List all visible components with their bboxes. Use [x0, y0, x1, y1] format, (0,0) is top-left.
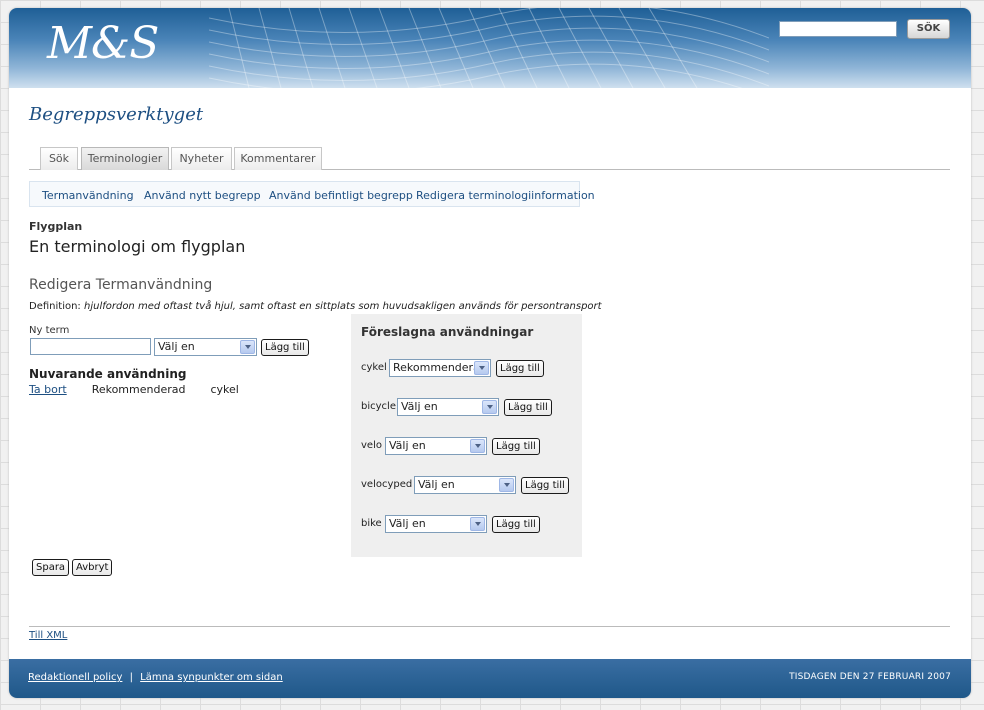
suggestion-row: velo Välj en Lägg till	[351, 437, 582, 457]
footer-links: Redaktionell policy | Lämna synpunkter o…	[28, 672, 283, 683]
suggested-usages-title: Föreslagna användningar	[361, 325, 534, 339]
main-tabs: Sök Terminologier Nyheter Kommentarer	[29, 147, 950, 170]
remove-link[interactable]: Ta bort	[29, 383, 67, 396]
suggestion-add-button[interactable]: Lägg till	[492, 438, 540, 455]
suggestion-row: velocyped Välj en Lägg till	[351, 476, 582, 496]
chevron-down-icon[interactable]	[474, 361, 489, 375]
divider	[29, 626, 950, 627]
definition-text: hjulfordon med oftast två hjul, samt oft…	[83, 301, 602, 312]
search-button[interactable]: SÖK	[907, 19, 950, 39]
select-value: Välj en	[158, 340, 195, 353]
suggestion-usage-select[interactable]: Välj en	[385, 437, 487, 455]
chevron-down-icon[interactable]	[499, 478, 514, 492]
suggestion-word: bicycle	[361, 401, 396, 412]
select-value: Rekommenderad	[393, 361, 487, 374]
terminology-description: En terminologi om flygplan	[29, 237, 246, 256]
editorial-policy-link[interactable]: Redaktionell policy	[28, 672, 122, 683]
suggestion-row: bicycle Välj en Lägg till	[351, 398, 582, 418]
footer-separator: |	[129, 672, 133, 683]
tab-sok[interactable]: Sök	[40, 147, 78, 170]
subtab-anvand-befintligt-begrepp[interactable]: Använd befintligt begrepp	[269, 189, 413, 202]
suggestion-row: bike Välj en Lägg till	[351, 515, 582, 535]
terminology-name: Flygplan	[29, 220, 83, 233]
wave-mesh-decoration	[209, 8, 769, 88]
search-input[interactable]	[779, 21, 897, 37]
suggestion-add-button[interactable]: Lägg till	[492, 516, 540, 533]
new-term-usage-select[interactable]: Välj en	[154, 338, 257, 356]
suggestion-word: velocyped	[361, 479, 413, 490]
suggestion-usage-select[interactable]: Välj en	[414, 476, 516, 494]
select-value: Välj en	[418, 478, 455, 491]
site-footer: Redaktionell policy | Lämna synpunkter o…	[9, 659, 971, 698]
definition-label: Definition:	[29, 301, 81, 312]
subtab-redigera-terminologiinformation[interactable]: Redigera terminologiinformation	[416, 189, 595, 202]
suggestion-add-button[interactable]: Lägg till	[521, 477, 569, 494]
tab-terminologier[interactable]: Terminologier	[81, 147, 169, 170]
subtab-anvand-nytt-begrepp[interactable]: Använd nytt begrepp	[144, 189, 261, 202]
current-usage-term: cykel	[210, 383, 239, 396]
feedback-link[interactable]: Lämna synpunkter om sidan	[140, 672, 283, 683]
cancel-button[interactable]: Avbryt	[72, 559, 113, 576]
section-title: Redigera Termanvändning	[29, 277, 213, 293]
suggestion-word: bike	[361, 518, 382, 529]
current-usage-title: Nuvarande användning	[29, 367, 187, 381]
select-value: Välj en	[389, 517, 426, 530]
footer-date: TISDAGEN DEN 27 FEBRUARI 2007	[789, 672, 951, 682]
chevron-down-icon[interactable]	[240, 340, 255, 354]
current-usage-status: Rekommenderad	[91, 383, 186, 396]
select-value: Välj en	[401, 400, 438, 413]
new-term-input[interactable]	[30, 338, 151, 355]
suggestion-word: cykel	[361, 362, 387, 373]
current-usage-row: Ta bort Rekommenderad cykel	[29, 383, 239, 396]
to-xml-link[interactable]: Till XML	[29, 630, 67, 641]
page-frame: M&S SÖK Begreppsverktyget Sök Terminolog…	[9, 8, 971, 698]
select-value: Välj en	[389, 439, 426, 452]
add-new-term-button[interactable]: Lägg till	[261, 339, 309, 356]
suggestion-usage-select[interactable]: Välj en	[397, 398, 499, 416]
definition: Definition: hjulfordon med oftast två hj…	[29, 301, 602, 312]
suggestion-add-button[interactable]: Lägg till	[496, 360, 544, 377]
chevron-down-icon[interactable]	[470, 517, 485, 531]
ms-logo[interactable]: M&S	[47, 22, 159, 66]
suggestion-word: velo	[361, 440, 382, 451]
subtab-termanvandning[interactable]: Termanvändning	[42, 189, 134, 202]
suggestion-row: cykel Rekommenderad Lägg till	[351, 359, 582, 379]
tab-nyheter[interactable]: Nyheter	[171, 147, 232, 170]
save-button[interactable]: Spara	[32, 559, 70, 576]
tab-kommentarer[interactable]: Kommentarer	[234, 147, 322, 170]
chevron-down-icon[interactable]	[470, 439, 485, 453]
sub-navigation: Termanvändning Använd nytt begrepp Använ…	[29, 181, 595, 207]
suggestion-usage-select[interactable]: Välj en	[385, 515, 487, 533]
suggestion-add-button[interactable]: Lägg till	[504, 399, 552, 416]
suggestion-usage-select[interactable]: Rekommenderad	[389, 359, 491, 377]
new-term-label: Ny term	[29, 325, 70, 336]
site-header: M&S SÖK	[9, 8, 971, 88]
suggested-usages-panel: Föreslagna användningar cykel Rekommende…	[351, 314, 582, 557]
chevron-down-icon[interactable]	[482, 400, 497, 414]
page-title: Begreppsverktyget	[29, 104, 204, 125]
